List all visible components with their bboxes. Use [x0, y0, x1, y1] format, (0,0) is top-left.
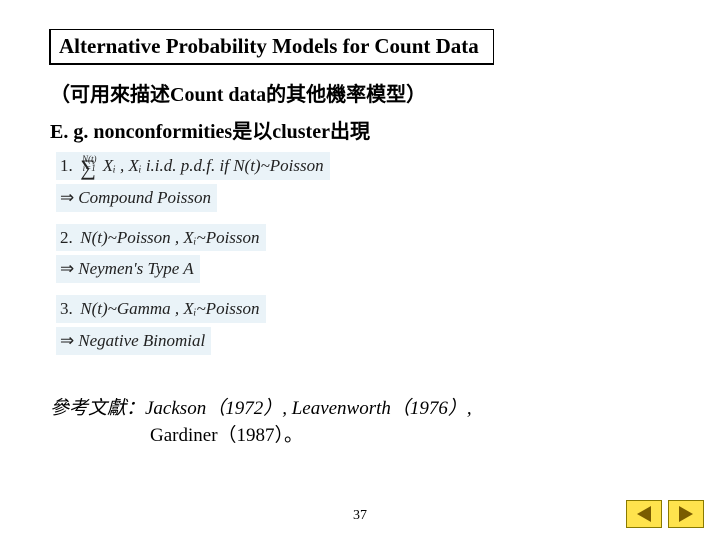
references: 參考文獻：Jackson（1972）, Leavenworth（1976）, G… — [50, 393, 670, 447]
sum-lower: i=1 — [83, 164, 96, 173]
example-line: E. g. nonconformities是以cluster出現 — [50, 115, 670, 144]
item-2-result: Neymen's Type A — [78, 259, 193, 278]
implies-icon: ⇒ — [60, 188, 78, 207]
arrow-right-icon — [679, 506, 693, 522]
item-3-body: N(t)~Gamma , Xᵢ~Poisson — [76, 299, 260, 318]
item-2-number: 2. — [60, 226, 76, 250]
item-2-body: N(t)~Poisson , Xᵢ~Poisson — [76, 228, 260, 247]
item-1-body: Xᵢ , Xᵢ i.i.d. p.d.f. if N(t)~Poisson — [103, 156, 324, 175]
slide-subtitle: （可用來描述Count data的其他機率模型） — [50, 78, 670, 107]
references-line2: Gardiner（1987）。 — [150, 425, 303, 446]
item-1-number: 1. — [60, 154, 76, 178]
page-number: 37 — [0, 508, 720, 524]
next-button[interactable] — [668, 500, 704, 528]
slide-title: Alternative Probability Models for Count… — [50, 30, 493, 64]
math-block: 1. ∑ N(t) i=1 Xᵢ , Xᵢ i.i.d. p.d.f. if N… — [56, 150, 670, 357]
arrow-left-icon — [637, 506, 651, 522]
nav-controls — [626, 500, 704, 528]
references-line1: 參考文獻：Jackson（1972）, Leavenworth（1976）, — [50, 398, 472, 419]
implies-icon: ⇒ — [60, 331, 78, 350]
item-1-result: Compound Poisson — [78, 188, 211, 207]
implies-icon: ⇒ — [60, 259, 78, 278]
item-3-result: Negative Binomial — [78, 331, 205, 350]
prev-button[interactable] — [626, 500, 662, 528]
item-3-number: 3. — [60, 297, 76, 321]
